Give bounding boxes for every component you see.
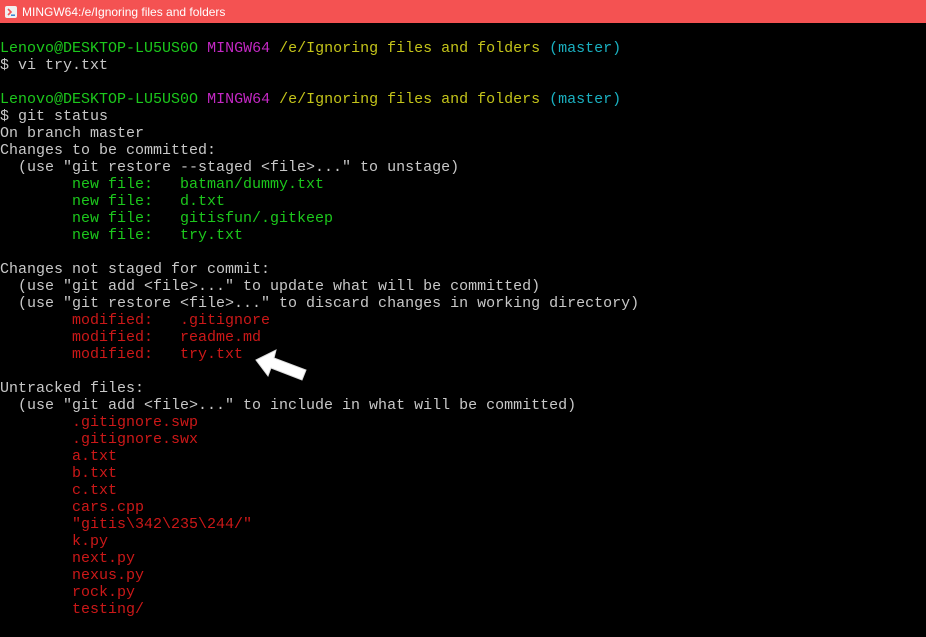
staged-file: new file: batman/dummy.txt <box>0 176 325 193</box>
prompt-branch: (master) <box>549 40 622 57</box>
pointer-arrow-icon <box>255 349 307 381</box>
prompt-branch: (master) <box>549 91 622 108</box>
prompt-shell: MINGW64 <box>207 40 271 57</box>
terminal-window: MINGW64:/e/Ignoring files and folders Le… <box>0 0 926 637</box>
prompt-user-host: Lenovo@DESKTOP-LU5US0O <box>0 40 199 57</box>
untracked-file: b.txt <box>0 465 118 482</box>
staged-file: new file: d.txt <box>0 193 226 210</box>
unstaged-header: Changes not staged for commit: <box>0 261 271 278</box>
untracked-file: "gitis\342\235\244/" <box>0 516 253 533</box>
unstaged-hint: (use "git restore <file>..." to discard … <box>0 295 640 312</box>
untracked-file: a.txt <box>0 448 118 465</box>
command-line: $ vi try.txt <box>0 57 109 74</box>
prompt-path: /e/Ignoring files and folders <box>279 40 541 57</box>
terminal-output[interactable]: Lenovo@DESKTOP-LU5US0O MINGW64 /e/Ignori… <box>0 40 926 637</box>
prompt-user-host: Lenovo@DESKTOP-LU5US0O <box>0 91 199 108</box>
title-bar[interactable]: MINGW64:/e/Ignoring files and folders <box>0 0 926 23</box>
prompt-shell: MINGW64 <box>207 91 271 108</box>
staged-file: new file: try.txt <box>0 227 244 244</box>
staged-file: new file: gitisfun/.gitkeep <box>0 210 334 227</box>
prompt-path: /e/Ignoring files and folders <box>279 91 541 108</box>
modified-file: modified: try.txt <box>0 346 244 363</box>
window-title: MINGW64:/e/Ignoring files and folders <box>22 4 226 19</box>
prompt-line: Lenovo@DESKTOP-LU5US0O MINGW64 /e/Ignori… <box>0 40 926 57</box>
untracked-header: Untracked files: <box>0 380 145 397</box>
untracked-file: cars.cpp <box>0 499 145 516</box>
command-line: $ git status <box>0 108 109 125</box>
untracked-file: c.txt <box>0 482 118 499</box>
prompt-line: Lenovo@DESKTOP-LU5US0O MINGW64 /e/Ignori… <box>0 91 926 108</box>
unstaged-hint: (use "git add <file>..." to update what … <box>0 278 541 295</box>
branch-line: On branch master <box>0 125 145 142</box>
untracked-file: .gitignore.swp <box>0 414 199 431</box>
untracked-file: testing/ <box>0 601 145 618</box>
git-bash-icon[interactable] <box>4 5 18 19</box>
untracked-file: next.py <box>0 550 136 567</box>
untracked-file: k.py <box>0 533 109 550</box>
untracked-hint: (use "git add <file>..." to include in w… <box>0 397 577 414</box>
staged-header: Changes to be committed: <box>0 142 217 159</box>
modified-file: modified: .gitignore <box>0 312 271 329</box>
staged-hint: (use "git restore --staged <file>..." to… <box>0 159 460 176</box>
modified-file: modified: readme.md <box>0 329 262 346</box>
untracked-file: nexus.py <box>0 567 145 584</box>
untracked-file: rock.py <box>0 584 136 601</box>
untracked-file: .gitignore.swx <box>0 431 199 448</box>
